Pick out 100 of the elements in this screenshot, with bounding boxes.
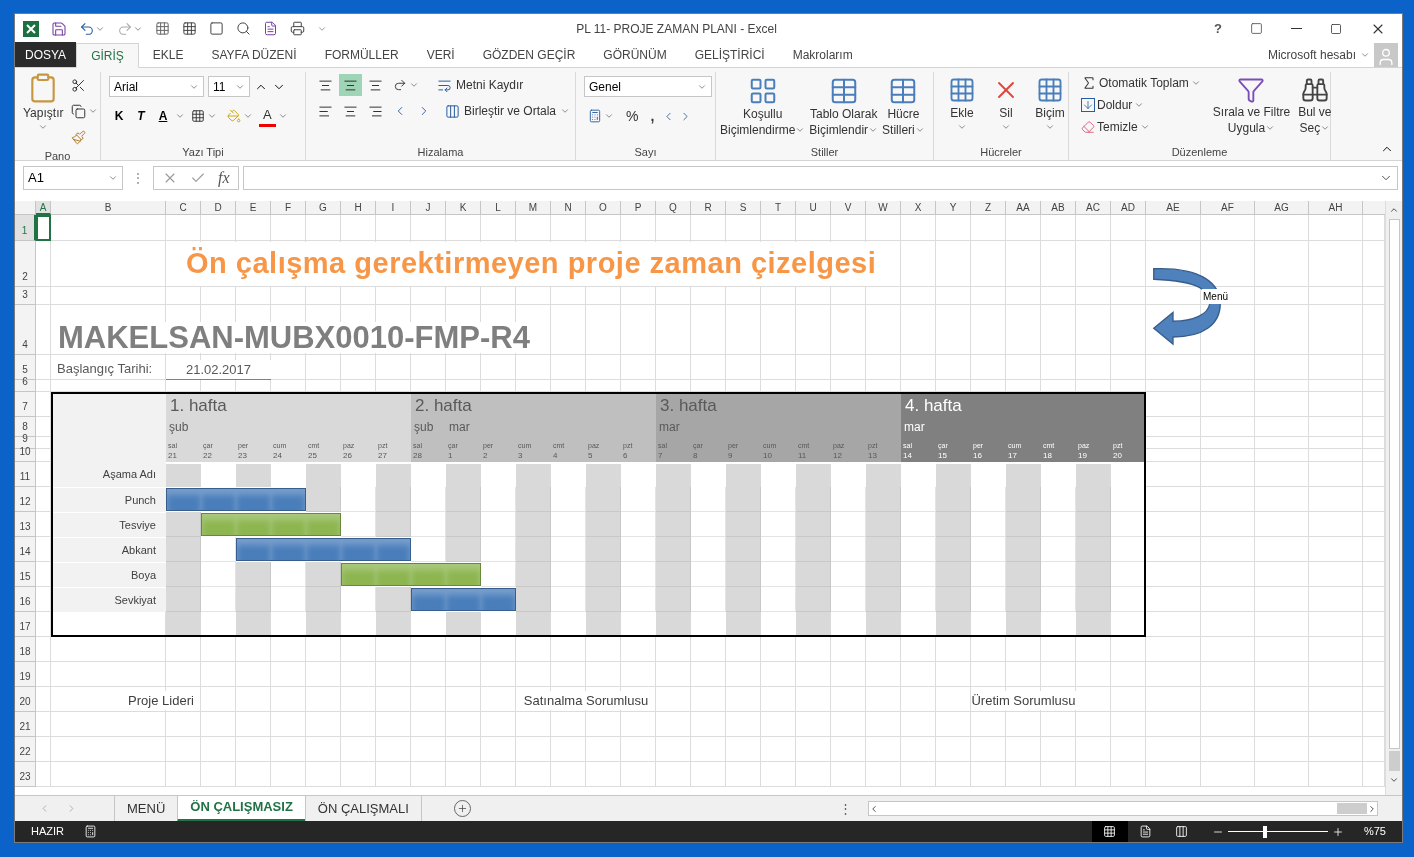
row-header[interactable]: 14 [15,537,36,562]
formula-input[interactable] [242,166,1398,190]
ribbon-tab[interactable]: GÖZDEN GEÇİR [468,42,590,67]
column-header[interactable]: AA [1006,201,1041,215]
insert-function-button[interactable]: fx [218,166,230,190]
clear-button[interactable]: Temizle [1077,116,1205,138]
row-header[interactable]: 15 [15,562,36,587]
column-header[interactable]: Y [936,201,971,215]
column-header[interactable]: F [271,201,306,215]
fill-button[interactable]: Doldur [1077,94,1205,116]
font-color-button[interactable]: A [259,105,276,127]
ribbon-tab[interactable]: GİRİŞ [76,43,139,68]
column-header[interactable]: AH [1309,201,1363,215]
redo-button[interactable] [117,20,143,37]
undo-button[interactable] [79,20,105,37]
row-header[interactable]: 17 [15,612,36,637]
column-header[interactable]: W [866,201,901,215]
column-header[interactable]: N [551,201,586,215]
autosum-button[interactable]: Otomatik Toplam [1077,72,1205,94]
merge-center-button[interactable]: Birleştir ve Ortala [441,100,575,122]
column-header[interactable]: I [376,201,411,215]
column-header[interactable]: E [236,201,271,215]
vertical-align-button[interactable] [339,74,362,96]
row-header[interactable]: 16 [15,587,36,612]
sheet-tab[interactable]: ÖN ÇALIŞMASIZ [177,795,306,822]
italic-button[interactable]: T [131,107,151,125]
column-header[interactable]: AF [1201,201,1255,215]
row-header[interactable]: 19 [15,662,36,687]
cells-button[interactable]: Biçim [1034,76,1066,132]
ribbon-tab[interactable]: SAYFA DÜZENİ [197,42,311,67]
column-header[interactable]: G [306,201,341,215]
percent-button[interactable]: % [622,105,643,127]
column-header[interactable]: AC [1076,201,1111,215]
drag-handle[interactable]: ⋮ [839,798,852,819]
column-header[interactable]: AE [1146,201,1201,215]
help-button[interactable]: ? [1206,18,1230,39]
style-button[interactable]: Tablo Olarak Biçimlendir [809,76,879,138]
bold-button[interactable]: K [109,107,129,125]
font-name-dropdown[interactable]: Arial [109,76,204,97]
column-header[interactable]: AD [1111,201,1146,215]
row-header[interactable]: 4 [15,305,36,355]
row-header[interactable]: 13 [15,512,36,537]
column-header[interactable]: M [516,201,551,215]
find-select-button[interactable]: Bul ve Seç [1298,72,1332,138]
style-button[interactable]: Koşullu Biçimlendirme [720,76,806,138]
paste-button[interactable]: Yapıştır [23,72,64,148]
column-header[interactable]: AB [1041,201,1076,215]
scroll-thumb[interactable] [1388,219,1400,749]
style-button[interactable]: Hücre Stilleri [882,76,925,138]
toolbar-button[interactable] [155,21,170,36]
cells-button[interactable]: Ekle [946,76,978,132]
ribbon-tab[interactable]: FORMÜLLER [310,42,413,67]
zoom-thumb[interactable] [1262,825,1267,838]
print-preview-button[interactable] [236,21,251,36]
column-header[interactable]: A [36,201,51,215]
column-header[interactable]: X [901,201,936,215]
row-header[interactable]: 10 [15,449,36,462]
column-header[interactable]: C [166,201,201,215]
column-header[interactable]: Z [971,201,1006,215]
column-header[interactable]: O [586,201,621,215]
column-header[interactable]: S [726,201,761,215]
column-header[interactable]: AG [1255,201,1309,215]
column-header[interactable]: B [51,201,166,215]
view-button[interactable] [1091,821,1128,842]
toolbar-button[interactable] [209,21,224,36]
font-size-dropdown[interactable]: 11 [208,76,250,97]
column-header[interactable]: J [411,201,446,215]
scroll-thumb[interactable] [1337,803,1367,814]
number-format-dropdown[interactable]: Genel [584,76,712,97]
row-header[interactable]: 11 [15,462,36,487]
horizontal-scrollbar[interactable] [868,801,1378,816]
comma-button[interactable]: , [646,105,659,127]
column-header[interactable]: V [831,201,866,215]
column-header[interactable]: R [691,201,726,215]
ribbon-tab[interactable]: Makrolarım [778,42,867,67]
row-header[interactable]: 20 [15,687,36,712]
column-header[interactable]: T [761,201,796,215]
column-header[interactable]: U [796,201,831,215]
column-header[interactable]: Q [656,201,691,215]
row-header[interactable]: 1 [15,215,36,241]
row-header[interactable]: 2 [15,241,36,287]
ribbon-tab[interactable]: VERİ [412,42,469,67]
zoom-slider[interactable] [1227,825,1328,838]
row-header[interactable]: 22 [15,737,36,762]
row-header[interactable]: 18 [15,637,36,662]
account-button[interactable]: Microsoft hesabı [1267,42,1374,67]
underline-button[interactable]: A [153,107,173,125]
vertical-scrollbar[interactable] [1385,201,1402,795]
ribbon-tab[interactable]: GÖRÜNÜM [589,42,681,67]
ribbon-tab[interactable]: EKLE [138,42,198,67]
column-header[interactable]: L [481,201,516,215]
column-header[interactable]: H [341,201,376,215]
drag-handle[interactable]: ⋮ [127,169,149,187]
ribbon-tab[interactable]: GELİŞTİRİCİ [680,42,779,67]
ribbon-tab[interactable]: DOSYA [15,42,77,67]
column-header[interactable]: D [201,201,236,215]
row-header[interactable]: 7 [15,392,36,417]
cells-button[interactable]: Sil [990,76,1022,132]
row-header[interactable]: 23 [15,762,36,787]
column-header[interactable]: P [621,201,656,215]
